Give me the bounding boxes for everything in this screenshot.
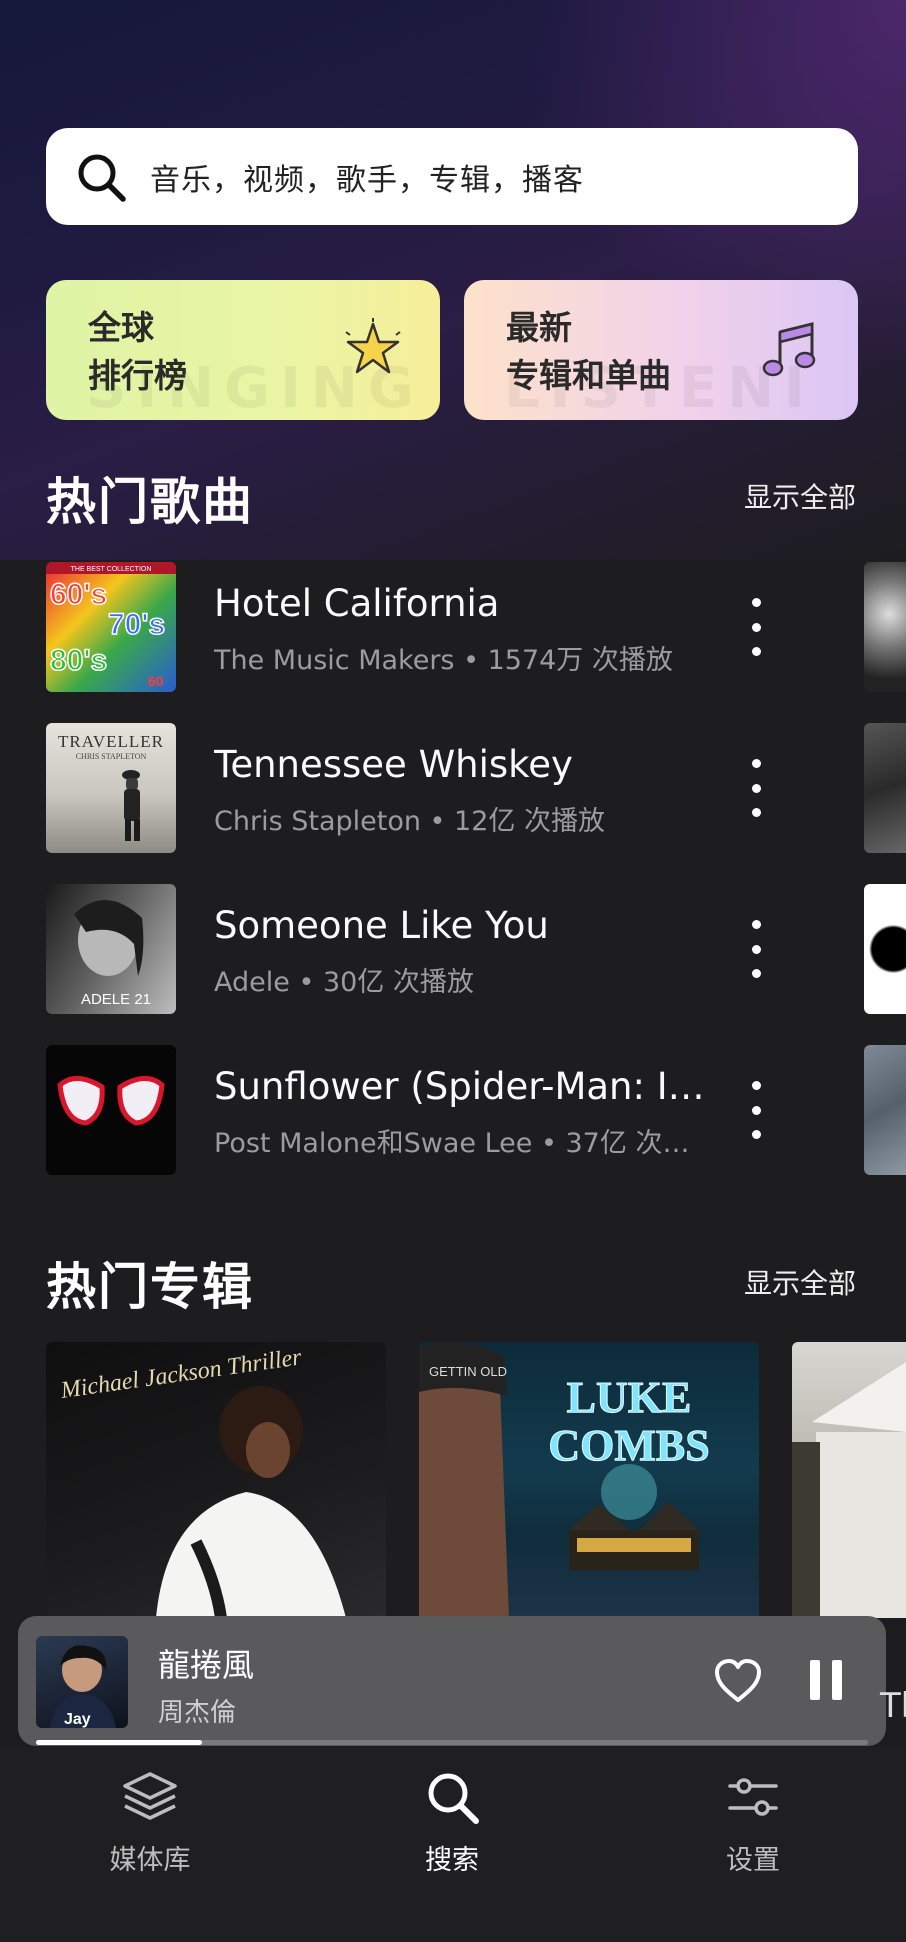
next-album-peek-text: Th	[880, 1686, 906, 1726]
album-card[interactable]: Michael Jackson Thriller	[46, 1342, 386, 1618]
more-options-icon[interactable]	[746, 1081, 766, 1139]
more-options-icon[interactable]	[746, 759, 766, 817]
star-sparkle-icon	[345, 318, 401, 374]
next-column-cover[interactable]	[864, 723, 906, 853]
song-subtitle: Post Malone和Swae Lee • 37亿 次播放	[214, 1128, 714, 1159]
album-cover-hat: GETTIN OLD	[429, 1364, 507, 1379]
hot-albums-show-all-button[interactable]: 显示全部	[744, 1262, 856, 1302]
tab-bar: 媒体库 搜索 设置	[0, 1748, 906, 1942]
new-releases-card[interactable]: LISTENI 最新 专辑和单曲	[464, 280, 858, 420]
cover-artist: ADELE 21	[81, 991, 151, 1008]
song-title: Tennessee Whiskey	[214, 743, 573, 786]
song-title: Hotel California	[214, 582, 500, 625]
album-cover: GETTIN OLD LUKE COMBS	[419, 1342, 759, 1618]
card-label-line2: 专辑和单曲	[506, 356, 671, 395]
song-row[interactable]: THE BEST COLLECTION 60's 70's 80's 60 Ho…	[46, 562, 766, 692]
album-cover-title-2: COMBS	[548, 1421, 709, 1470]
cover-artist: CHRIS STAPLETON	[76, 752, 147, 761]
cover-60-small: 60	[148, 673, 164, 689]
playback-progress-fill	[36, 1740, 203, 1745]
album-cover: THE BEST COLLECTION 60's 70's 80's 60	[46, 562, 176, 692]
album-cover: ADELE 21	[46, 884, 176, 1014]
mini-player[interactable]: Jay 龍捲風 周杰倫	[18, 1616, 886, 1746]
album-cover	[46, 1045, 176, 1175]
album-card[interactable]: GETTIN OLD LUKE COMBS	[419, 1342, 759, 1618]
tab-label: 设置	[726, 1845, 780, 1876]
more-options-icon[interactable]	[746, 920, 766, 978]
cover-70s: 70's	[108, 608, 165, 641]
card-label-line1: 最新	[506, 308, 572, 347]
cover-80s: 80's	[50, 644, 107, 677]
tab-label: 媒体库	[109, 1845, 191, 1876]
heart-icon[interactable]	[714, 1658, 762, 1704]
search-icon	[78, 154, 126, 202]
next-column-cover[interactable]	[864, 884, 906, 1014]
search-icon	[428, 1773, 479, 1824]
song-row[interactable]: ADELE 21 Someone Like You Adele • 30亿 次播…	[46, 884, 766, 1014]
tab-label: 搜索	[425, 1845, 479, 1876]
song-title: Someone Like You	[214, 904, 549, 947]
hot-albums-title: 热门专辑	[46, 1258, 254, 1316]
song-row[interactable]: Sunflower (Spider-Man: Into the Spider-V…	[46, 1045, 766, 1175]
card-label-line1: 全球	[88, 308, 154, 347]
search-bar[interactable]: 音乐，视频，歌手，专辑，播客	[46, 128, 858, 225]
song-title: Sunflower (Spider-Man: Into the Spider-V…	[214, 1065, 714, 1108]
tab-search[interactable]: 搜索	[352, 1768, 552, 1877]
more-options-icon[interactable]	[746, 598, 766, 656]
now-playing-artist: 周杰倫	[158, 1698, 237, 1728]
global-charts-card[interactable]: SINGING 全球 排行榜	[46, 280, 440, 420]
next-column-cover[interactable]	[864, 562, 906, 692]
album-card[interactable]	[792, 1342, 906, 1618]
album-cover	[792, 1342, 906, 1618]
song-subtitle: The Music Makers • 1574万 次播放	[214, 645, 673, 676]
now-playing-title: 龍捲風	[158, 1646, 255, 1684]
song-row[interactable]: TRAVELLER CHRIS STAPLETON Tennessee Whis…	[46, 723, 766, 853]
hot-songs-title: 热门歌曲	[46, 473, 254, 531]
next-column-cover[interactable]	[864, 1045, 906, 1175]
cover-banner: THE BEST COLLECTION	[71, 566, 152, 573]
card-label-line2: 排行榜	[88, 356, 187, 395]
song-subtitle: Adele • 30亿 次播放	[214, 967, 474, 998]
pause-icon[interactable]	[810, 1660, 842, 1700]
search-placeholder: 音乐，视频，歌手，专辑，播客	[150, 162, 584, 198]
album-cover-title-1: LUKE	[567, 1373, 692, 1422]
playback-progress[interactable]	[36, 1740, 868, 1745]
tab-library[interactable]: 媒体库	[50, 1768, 250, 1877]
hot-songs-show-all-button[interactable]: 显示全部	[744, 476, 856, 516]
album-cover: Michael Jackson Thriller	[46, 1342, 386, 1618]
layers-icon	[123, 1772, 177, 1820]
now-playing-art: Jay	[36, 1636, 128, 1728]
album-cover: TRAVELLER CHRIS STAPLETON	[46, 723, 176, 853]
card-label: 全球 排行榜	[88, 304, 187, 400]
cover-title: TRAVELLER	[58, 732, 164, 751]
cover-60s: 60's	[50, 578, 107, 611]
music-note-icon	[762, 322, 816, 377]
sliders-icon	[728, 1778, 778, 1816]
tab-settings[interactable]: 设置	[653, 1768, 853, 1877]
now-playing-art-text: Jay	[64, 1711, 91, 1728]
song-subtitle: Chris Stapleton • 12亿 次播放	[214, 806, 605, 837]
card-label: 最新 专辑和单曲	[506, 304, 671, 400]
